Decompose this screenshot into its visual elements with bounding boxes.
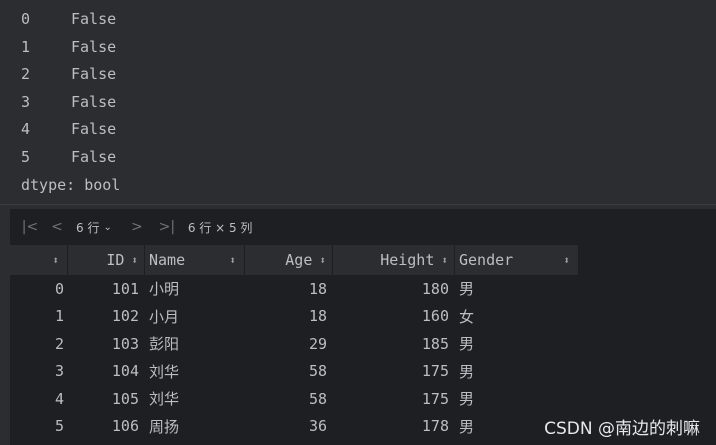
table-row[interactable]: 0 101 小明 18 180 男 [10,275,579,303]
next-page-icon[interactable]: > [122,219,152,235]
row-index-cell: 1 [54,307,64,326]
column-header-name[interactable]: Name ⬍ [145,245,245,275]
dtype-line: dtype: bool [21,175,121,194]
rows-per-page-dropdown[interactable]: 6 行 ⌄ [76,219,112,236]
name-cell: 周扬 [149,417,180,436]
row-index-cell: 0 [54,279,64,298]
watermark: CSDN @南边的刺嘛 [544,419,700,439]
id-cell: 101 [111,279,139,298]
height-cell: 175 [421,362,449,381]
name-cell: 刘华 [149,362,180,381]
age-cell: 58 [308,389,327,408]
previous-page-icon[interactable]: < [42,219,72,235]
name-cell: 小明 [149,280,180,299]
series-value: False [71,147,117,166]
dataframe-table: ⬍ ID ⬍ Name ⬍ Age ⬍ Height ⬍ Gender ⬍ 0 … [10,245,579,440]
table-row[interactable]: 4 105 刘华 58 175 男 [10,385,579,413]
series-line: 0 False [21,6,716,34]
table-row[interactable]: 1 102 小月 18 160 女 [10,303,579,331]
series-index: 2 [21,65,31,84]
age-cell: 58 [308,362,327,381]
series-index: 1 [21,37,31,56]
height-cell: 185 [421,334,449,353]
series-value: False [71,92,117,111]
height-cell: 175 [421,389,449,408]
console-output: 0 False 1 False 2 False 3 False 4 False 5 False dty… [0,0,716,203]
column-header-gender[interactable]: Gender ⬍ [455,245,579,275]
height-cell: 160 [421,307,449,326]
series-line: 3 False [21,89,716,117]
index-column-header[interactable]: ⬍ [10,245,68,275]
id-cell: 103 [111,334,139,353]
gender-cell: 女 [459,307,475,326]
series-value: False [71,37,117,56]
first-page-icon[interactable]: |< [18,219,42,235]
id-cell: 104 [111,362,139,381]
series-value: False [71,120,117,139]
sort-icon[interactable]: ⬍ [131,254,138,267]
series-index: 3 [21,92,31,111]
series-value: False [71,65,117,84]
series-index: 5 [21,147,31,166]
gender-cell: 男 [459,390,475,409]
sort-icon[interactable]: ⬍ [319,254,326,267]
sort-icon[interactable]: ⬍ [229,254,236,267]
series-value: False [71,10,117,28]
table-row[interactable]: 2 103 彭阳 29 185 男 [10,330,579,358]
id-cell: 105 [111,389,139,408]
age-cell: 29 [308,334,327,353]
age-cell: 36 [308,417,327,436]
series-index: 4 [21,120,31,139]
dataframe-viewer: |< < 6 行 ⌄ > >| 6 行 × 5 列 ⬍ ID ⬍ Name ⬍ … [10,209,716,445]
sort-icon[interactable]: ⬍ [52,254,59,267]
row-index-cell: 2 [54,334,64,353]
sort-icon[interactable]: ⬍ [563,254,570,267]
name-cell: 刘华 [149,390,180,409]
series-line: 4 False [21,116,716,144]
chevron-down-icon: ⌄ [103,221,112,233]
row-index-cell: 3 [54,362,64,381]
row-index-cell: 5 [54,417,64,436]
name-cell: 小月 [149,307,180,326]
name-cell: 彭阳 [149,335,180,354]
series-line: 5 False [21,144,716,172]
sort-icon[interactable]: ⬍ [441,254,448,267]
id-cell: 102 [111,307,139,326]
last-page-icon[interactable]: >| [152,219,182,235]
column-header-id[interactable]: ID ⬍ [68,245,145,275]
id-cell: 106 [111,417,139,436]
height-cell: 180 [421,279,449,298]
divider [0,204,716,205]
column-header-height[interactable]: Height ⬍ [333,245,455,275]
gender-cell: 男 [459,335,475,354]
age-cell: 18 [308,279,327,298]
age-cell: 18 [308,307,327,326]
table-size-summary: 6 行 × 5 列 [187,220,253,235]
rows-per-page-label: 6 行 [76,220,100,235]
height-cell: 178 [421,417,449,436]
dataframe-toolbar: |< < 6 行 ⌄ > >| 6 行 × 5 列 [10,209,716,245]
gender-cell: 男 [459,362,475,381]
table-header-row: ⬍ ID ⬍ Name ⬍ Age ⬍ Height ⬍ Gender ⬍ [10,245,579,275]
column-header-age[interactable]: Age ⬍ [245,245,333,275]
row-index-cell: 4 [54,389,64,408]
gender-cell: 男 [459,280,475,299]
series-index: 0 [21,10,31,28]
series-line: 1 False [21,34,716,62]
table-row[interactable]: 3 104 刘华 58 175 男 [10,358,579,386]
table-row[interactable]: 5 106 周扬 36 178 男 [10,413,579,441]
series-line: 2 False [21,61,716,89]
